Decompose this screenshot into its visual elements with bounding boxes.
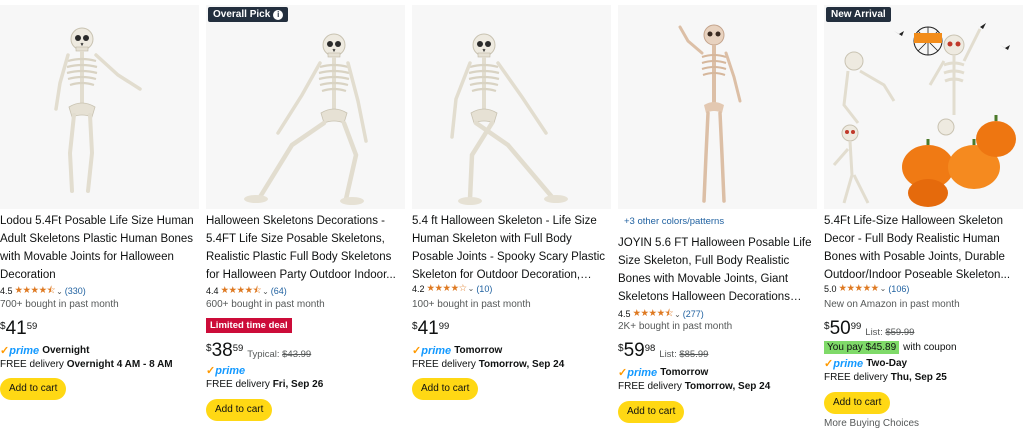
chevron-down-icon[interactable]: ⌄ bbox=[468, 284, 475, 293]
info-icon[interactable]: i bbox=[273, 9, 284, 20]
chevron-down-icon[interactable]: ⌄ bbox=[880, 284, 887, 293]
chevron-down-icon[interactable]: ⌄ bbox=[262, 287, 269, 296]
prime-logo-icon: ✓ prime bbox=[824, 357, 864, 371]
product-title[interactable]: 5.4Ft Life-Size Halloween Skeleton Decor… bbox=[824, 212, 1018, 284]
delivery-info: FREE delivery Tomorrow, Sep 24 bbox=[618, 381, 771, 392]
prime-badge: ✓ prime Overnight bbox=[0, 344, 90, 358]
product-card[interactable]: New Arrival 5.4Ft Life-Size Halloween Sk… bbox=[824, 0, 1023, 430]
prime-badge: ✓ prime bbox=[206, 364, 246, 378]
add-to-cart-button[interactable]: Add to cart bbox=[618, 401, 685, 423]
chevron-down-icon[interactable]: ⌄ bbox=[56, 287, 63, 296]
delivery-info: FREE delivery Overnight 4 AM - 8 AM bbox=[0, 359, 173, 370]
price: $ 41 99 bbox=[412, 318, 450, 339]
add-to-cart-button[interactable]: Add to cart bbox=[0, 378, 67, 400]
product-image[interactable]: Overall Pick i bbox=[206, 5, 405, 209]
bought-count: 100+ bought in past month bbox=[412, 299, 531, 310]
stars-icon: ★★★★⯪ bbox=[14, 285, 56, 296]
new-arrival-badge: New Arrival bbox=[826, 7, 891, 22]
prime-badge: ✓ prime Tomorrow bbox=[412, 344, 503, 358]
product-title[interactable]: Halloween Skeletons Decorations - 5.4FT … bbox=[206, 212, 400, 284]
product-rating[interactable]: 4.5 ★★★★⯪ ⌄ (277) bbox=[618, 306, 704, 322]
product-image[interactable] bbox=[412, 5, 611, 209]
review-count-link[interactable]: (64) bbox=[271, 286, 287, 296]
stars-icon: ★★★★⯪ bbox=[632, 308, 674, 319]
stars-icon: ★★★★☆ bbox=[426, 283, 468, 294]
prime-badge: ✓ prime Two-Day bbox=[824, 357, 908, 371]
product-card[interactable]: Lodou 5.4Ft Posable Life Size Human Adul… bbox=[0, 0, 199, 430]
bought-count: 600+ bought in past month bbox=[206, 299, 325, 310]
product-rating[interactable]: 4.2 ★★★★☆ ⌄ (10) bbox=[412, 283, 492, 294]
bought-count: 2K+ bought in past month bbox=[618, 321, 733, 332]
product-rating[interactable]: 4.5 ★★★★⯪ ⌄ (330) bbox=[0, 283, 86, 299]
delivery-info: FREE delivery Thu, Sep 25 bbox=[824, 372, 947, 383]
bought-count: New on Amazon in past month bbox=[824, 299, 960, 310]
product-image[interactable] bbox=[0, 5, 199, 209]
stars-icon: ★★★★★ bbox=[838, 283, 880, 294]
list-price: List: $85.99 bbox=[659, 349, 709, 360]
add-to-cart-button[interactable]: Add to cart bbox=[412, 378, 479, 400]
bought-count: 700+ bought in past month bbox=[0, 299, 119, 310]
product-image[interactable] bbox=[618, 5, 817, 209]
review-count-link[interactable]: (330) bbox=[65, 286, 86, 296]
stars-icon: ★★★★⯪ bbox=[220, 285, 262, 296]
prime-badge: ✓ prime Tomorrow bbox=[618, 366, 709, 380]
price: $ 41 59 bbox=[0, 318, 38, 339]
add-to-cart-button[interactable]: Add to cart bbox=[206, 399, 273, 421]
product-image[interactable]: New Arrival bbox=[824, 5, 1023, 209]
chevron-down-icon[interactable]: ⌄ bbox=[674, 310, 681, 319]
overall-pick-badge: Overall Pick i bbox=[208, 7, 289, 22]
more-buying-choices-link[interactable]: More Buying Choices bbox=[824, 418, 919, 429]
product-card[interactable]: +3 other colors/patterns JOYIN 5.6 FT Ha… bbox=[618, 0, 817, 430]
delivery-info: FREE delivery Tomorrow, Sep 24 bbox=[412, 359, 565, 370]
price: $ 59 98 List: $85.99 bbox=[618, 340, 709, 361]
product-card[interactable]: Overall Pick i Halloween Skeletons Decor… bbox=[206, 0, 405, 430]
product-title[interactable]: 5.4 ft Halloween Skeleton - Life Size Hu… bbox=[412, 212, 606, 284]
add-to-cart-button[interactable]: Add to cart bbox=[824, 392, 891, 414]
typical-price: Typical: $43.99 bbox=[247, 349, 312, 360]
prime-logo-icon: ✓ prime bbox=[0, 344, 40, 358]
list-price: List: $59.99 bbox=[865, 327, 915, 338]
prime-logo-icon: ✓ prime bbox=[206, 364, 246, 378]
product-card[interactable]: 5.4 ft Halloween Skeleton - Life Size Hu… bbox=[412, 0, 611, 430]
price: $ 38 59 Typical: $43.99 bbox=[206, 340, 312, 361]
product-rating[interactable]: 4.4 ★★★★⯪ ⌄ (64) bbox=[206, 283, 287, 299]
coupon-info: You pay $45.89 with coupon bbox=[824, 341, 957, 354]
other-variants-link[interactable]: +3 other colors/patterns bbox=[624, 216, 724, 227]
coupon-tag: You pay $45.89 bbox=[824, 341, 900, 354]
prime-logo-icon: ✓ prime bbox=[618, 366, 658, 380]
review-count-link[interactable]: (10) bbox=[476, 284, 492, 294]
product-title[interactable]: Lodou 5.4Ft Posable Life Size Human Adul… bbox=[0, 212, 194, 284]
product-title[interactable]: JOYIN 5.6 FT Halloween Posable Life Size… bbox=[618, 234, 812, 306]
limited-deal-badge: Limited time deal bbox=[206, 318, 292, 333]
product-rating[interactable]: 5.0 ★★★★★ ⌄ (106) bbox=[824, 283, 909, 294]
prime-logo-icon: ✓ prime bbox=[412, 344, 452, 358]
price: $ 50 99 List: $59.99 bbox=[824, 318, 915, 339]
delivery-info: FREE delivery Fri, Sep 26 bbox=[206, 379, 324, 390]
review-count-link[interactable]: (106) bbox=[888, 284, 909, 294]
review-count-link[interactable]: (277) bbox=[683, 309, 704, 319]
